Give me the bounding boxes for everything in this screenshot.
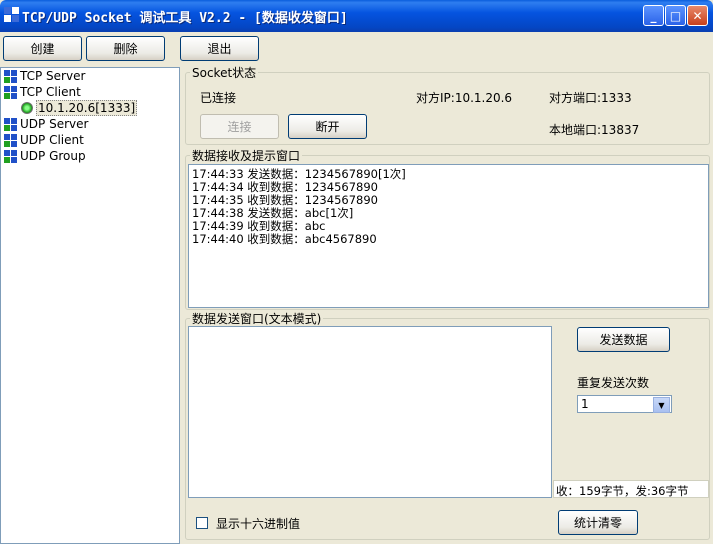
- app-icon: [4, 7, 20, 23]
- create-button[interactable]: 创建: [3, 36, 82, 61]
- network-icon: [4, 149, 17, 163]
- hex-display-label: 显示十六进制值: [216, 517, 301, 531]
- send-data-button[interactable]: 发送数据: [577, 327, 670, 352]
- network-icon: [4, 133, 17, 147]
- network-icon: [4, 69, 17, 83]
- delete-button[interactable]: 删除: [86, 36, 165, 61]
- receive-title: 数据接收及提示窗口: [190, 147, 303, 164]
- maximize-button[interactable]: □: [665, 5, 686, 26]
- tree-item-tcp-client[interactable]: TCP Client: [4, 84, 81, 100]
- tree-item-connection[interactable]: 10.1.20.6[1333]: [21, 100, 138, 116]
- tree-item-udp-group[interactable]: UDP Group: [4, 148, 86, 164]
- socket-status-title: Socket状态: [190, 64, 259, 81]
- disconnect-button[interactable]: 断开: [288, 114, 367, 139]
- tree-item-label: TCP Server: [20, 69, 86, 83]
- tree-item-udp-client[interactable]: UDP Client: [4, 132, 84, 148]
- maximize-icon: □: [669, 8, 682, 23]
- close-button[interactable]: ✕: [687, 5, 708, 26]
- dropdown-arrow-icon[interactable]: ▼: [653, 397, 670, 413]
- byte-stats: 收：159字节，发:36字节: [553, 480, 709, 498]
- tree-item-label: UDP Server: [20, 117, 89, 131]
- window-title: TCP/UDP Socket 调试工具 V2.2 - [数据收发窗口]: [22, 11, 348, 26]
- minimize-icon: _: [650, 8, 657, 23]
- log-line: 17:44:40 收到数据：abc4567890: [192, 232, 377, 246]
- exit-button[interactable]: 退出: [180, 36, 259, 61]
- tree-item-udp-server[interactable]: UDP Server: [4, 116, 88, 132]
- connect-button[interactable]: 连接: [200, 114, 279, 139]
- connection-status: 已连接: [200, 91, 237, 105]
- receive-log[interactable]: 17:44:33 发送数据：1234567890[1次] 17:44:34 收到…: [188, 164, 709, 308]
- repeat-count-label: 重复发送次数: [577, 376, 650, 390]
- tree-item-label: UDP Group: [20, 149, 86, 163]
- send-input[interactable]: [188, 326, 552, 498]
- minimize-button[interactable]: _: [643, 5, 664, 26]
- repeat-count-select[interactable]: 1 ▼: [577, 395, 672, 413]
- repeat-count-value: 1: [581, 397, 589, 411]
- remote-port: 对方端口:1333: [549, 91, 632, 105]
- tree-item-label: UDP Client: [20, 133, 84, 147]
- local-port: 本地端口:13837: [549, 123, 640, 137]
- tree-item-label: TCP Client: [20, 85, 81, 99]
- send-title: 数据发送窗口(文本模式): [190, 310, 324, 327]
- remote-ip: 对方IP:10.1.20.6: [416, 91, 513, 105]
- clear-stats-button[interactable]: 统计清零: [558, 510, 638, 535]
- tree-item-label: 10.1.20.6[1333]: [36, 100, 138, 116]
- connection-tree[interactable]: TCP Server TCP Client 10.1.20.6[1333] UD…: [0, 67, 180, 544]
- network-icon: [4, 85, 17, 99]
- connection-icon: [21, 102, 33, 114]
- tree-item-tcp-server[interactable]: TCP Server: [4, 68, 85, 84]
- hex-display-checkbox[interactable]: [196, 517, 208, 529]
- network-icon: [4, 117, 17, 131]
- close-icon: ✕: [692, 8, 703, 23]
